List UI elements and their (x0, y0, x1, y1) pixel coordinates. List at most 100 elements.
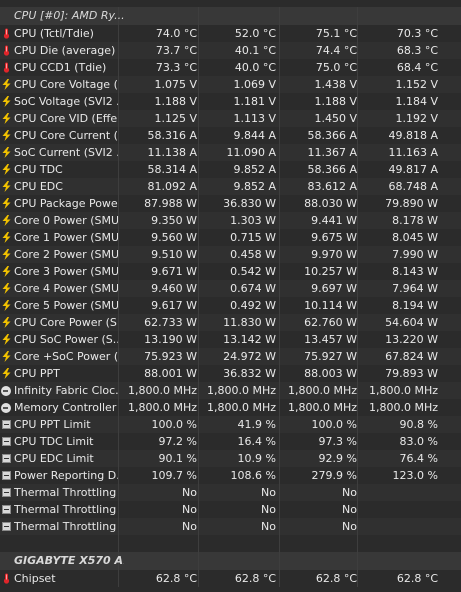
sensor-row[interactable]: CPU EDC 81.092 A 9.852 A 83.612 A 68.748 A (0, 178, 461, 195)
sensor-row[interactable]: CPU CCD1 (Tdie) 73.3 °C 40.0 °C 75.0 °C 68.4… (0, 59, 461, 76)
average-value: 90.8 % (399, 418, 438, 431)
column-divider (198, 212, 199, 229)
thermometer-icon (1, 573, 12, 584)
sensor-row[interactable]: Infinity Fabric Cloc... 1,800.0 MHz 1,800.… (0, 382, 461, 399)
sensor-row[interactable]: CPU Package Powe... 87.988 W 36.830 W 88.03… (0, 195, 461, 212)
sensor-row[interactable]: SoC Voltage (SVI2 ... 1.188 V 1.181 V 1.188… (0, 93, 461, 110)
maximum-value: 1,800.0 MHz (287, 384, 357, 397)
sensor-name: CPU Core Power (S... (14, 316, 118, 329)
sensor-row[interactable]: CPU TDC Limit 97.2 % 16.4 % 97.3 % 83.0 % (0, 433, 461, 450)
maximum-value: 1,800.0 MHz (287, 401, 357, 414)
thermometer-icon (1, 28, 12, 39)
minimum-value: 0.492 W (230, 299, 276, 312)
column-divider (198, 127, 199, 144)
sensor-row[interactable]: CPU Core VID (Effe... 1.125 V 1.113 V 1.450… (0, 110, 461, 127)
sensor-row[interactable]: CPU EDC Limit 90.1 % 10.9 % 92.9 % 76.4 % (0, 450, 461, 467)
minimum-value: 40.1 °C (234, 44, 276, 57)
lightning-icon (1, 96, 12, 107)
sensor-row[interactable]: CPU Core Power (S... 62.733 W 11.830 W 62.7… (0, 314, 461, 331)
sensor-row[interactable]: CPU PPT 88.001 W 36.832 W 88.003 W 79.893 W (0, 365, 461, 382)
sensor-name: CPU PPT (14, 367, 60, 380)
group-header[interactable]: GIGABYTE X570 A... (0, 552, 461, 570)
sensor-row[interactable]: Power Reporting D... 109.7 % 108.6 % 279.9 … (0, 467, 461, 484)
sensor-row[interactable]: Core 2 Power (SMU) 9.510 W 0.458 W 9.970 W 7… (0, 246, 461, 263)
column-divider (279, 501, 280, 518)
sensor-row[interactable]: CPU (Tctl/Tdie) 74.0 °C 52.0 °C 75.1 °C 70.3… (0, 25, 461, 42)
sensor-row[interactable]: Thermal Throttling ... No No No (0, 484, 461, 501)
sensor-row[interactable]: CPU Core Voltage (... 1.075 V 1.069 V 1.438… (0, 76, 461, 93)
column-divider (198, 42, 199, 59)
sensor-name: Core 1 Power (SMU) (14, 231, 118, 244)
column-divider (198, 331, 199, 348)
sensor-row[interactable]: CPU TDC 58.314 A 9.852 A 58.366 A 49.817 A (0, 161, 461, 178)
sensor-row[interactable]: Thermal Throttling ... No No No (0, 501, 461, 518)
column-divider (357, 570, 358, 587)
current-value: 97.2 % (158, 435, 197, 448)
sensor-row[interactable]: Core 3 Power (SMU) 9.671 W 0.542 W 10.257 W… (0, 263, 461, 280)
sensor-row[interactable]: Core +SoC Power (... 75.923 W 24.972 W 75.9… (0, 348, 461, 365)
sensor-row[interactable]: CPU Core Current (... 58.316 A 9.844 A 58.3… (0, 127, 461, 144)
current-value: 58.314 A (147, 163, 197, 176)
current-value: No (182, 520, 197, 533)
column-divider (279, 59, 280, 76)
sensor-name: Infinity Fabric Cloc... (14, 384, 118, 397)
maximum-value: No (342, 486, 357, 499)
column-divider (357, 7, 358, 25)
column-divider (279, 178, 280, 195)
column-divider (357, 467, 358, 484)
minimum-value: 1.303 W (230, 214, 276, 227)
maximum-value: 58.366 A (307, 163, 357, 176)
column-divider (357, 535, 358, 552)
column-divider (118, 212, 119, 229)
current-value: 90.1 % (158, 452, 197, 465)
maximum-value: 1.188 V (314, 95, 357, 108)
column-divider (198, 433, 199, 450)
sensor-row[interactable]: CPU SoC Power (S... 13.190 W 13.142 W 13.45… (0, 331, 461, 348)
sensor-row[interactable]: Core 4 Power (SMU) 9.460 W 0.674 W 9.697 W 7… (0, 280, 461, 297)
sensor-row[interactable]: CPU Die (average) 73.7 °C 40.1 °C 74.4 °C 68… (0, 42, 461, 59)
maximum-value: 74.4 °C (315, 44, 357, 57)
column-divider (118, 76, 119, 93)
sensor-row[interactable]: CPU PPT Limit 100.0 % 41.9 % 100.0 % 90.8 % (0, 416, 461, 433)
sensor-row[interactable]: Core 1 Power (SMU) 9.560 W 0.715 W 9.675 W 8… (0, 229, 461, 246)
minimum-value: 0.542 W (230, 265, 276, 278)
sensor-row[interactable]: Core 5 Power (SMU) 9.617 W 0.492 W 10.114 W… (0, 297, 461, 314)
column-divider (118, 229, 119, 246)
column-divider (357, 382, 358, 399)
column-divider (198, 518, 199, 535)
minimum-value: 0.715 W (230, 231, 276, 244)
sensor-row[interactable]: Core 0 Power (SMU) 9.350 W 1.303 W 9.441 W 8… (0, 212, 461, 229)
minimum-value: 41.9 % (237, 418, 276, 431)
current-value: 9.460 W (151, 282, 197, 295)
column-divider (118, 144, 119, 161)
lightning-icon (1, 198, 12, 209)
minimum-value: 1,800.0 MHz (206, 401, 276, 414)
maximum-value: 11.367 A (307, 146, 357, 159)
column-divider (357, 76, 358, 93)
sensor-row[interactable]: Memory Controller ... 1,800.0 MHz 1,800.0 … (0, 399, 461, 416)
sensor-row[interactable]: SoC Current (SVI2 ... 11.138 A 11.090 A 11.… (0, 144, 461, 161)
minimum-value: 1.113 V (233, 112, 276, 125)
sensor-name: CPU (Tctl/Tdie) (14, 27, 94, 40)
column-divider (118, 570, 119, 587)
column-divider (357, 518, 358, 535)
average-value: 49.817 A (388, 163, 438, 176)
current-value: 87.988 W (144, 197, 197, 210)
column-divider (279, 570, 280, 587)
sensor-row[interactable]: Thermal Throttling ... No No No (0, 518, 461, 535)
minimum-value: 108.6 % (230, 469, 276, 482)
maximum-value: 9.441 W (311, 214, 357, 227)
average-value: 8.178 W (392, 214, 438, 227)
column-divider (198, 229, 199, 246)
minimum-value: 62.8 °C (234, 572, 276, 585)
current-value: 1,800.0 MHz (127, 384, 197, 397)
sensor-row[interactable]: Chipset 62.8 °C 62.8 °C 62.8 °C 62.8 °C (0, 570, 461, 587)
column-divider (118, 331, 119, 348)
column-divider (118, 263, 119, 280)
maximum-value: 88.030 W (304, 197, 357, 210)
sensor-name: Core 2 Power (SMU) (14, 248, 118, 261)
sensor-name: CPU TDC (14, 163, 63, 176)
column-divider (118, 127, 119, 144)
column-divider (279, 25, 280, 42)
group-header[interactable]: CPU [#0]: AMD Ry... (0, 7, 461, 25)
